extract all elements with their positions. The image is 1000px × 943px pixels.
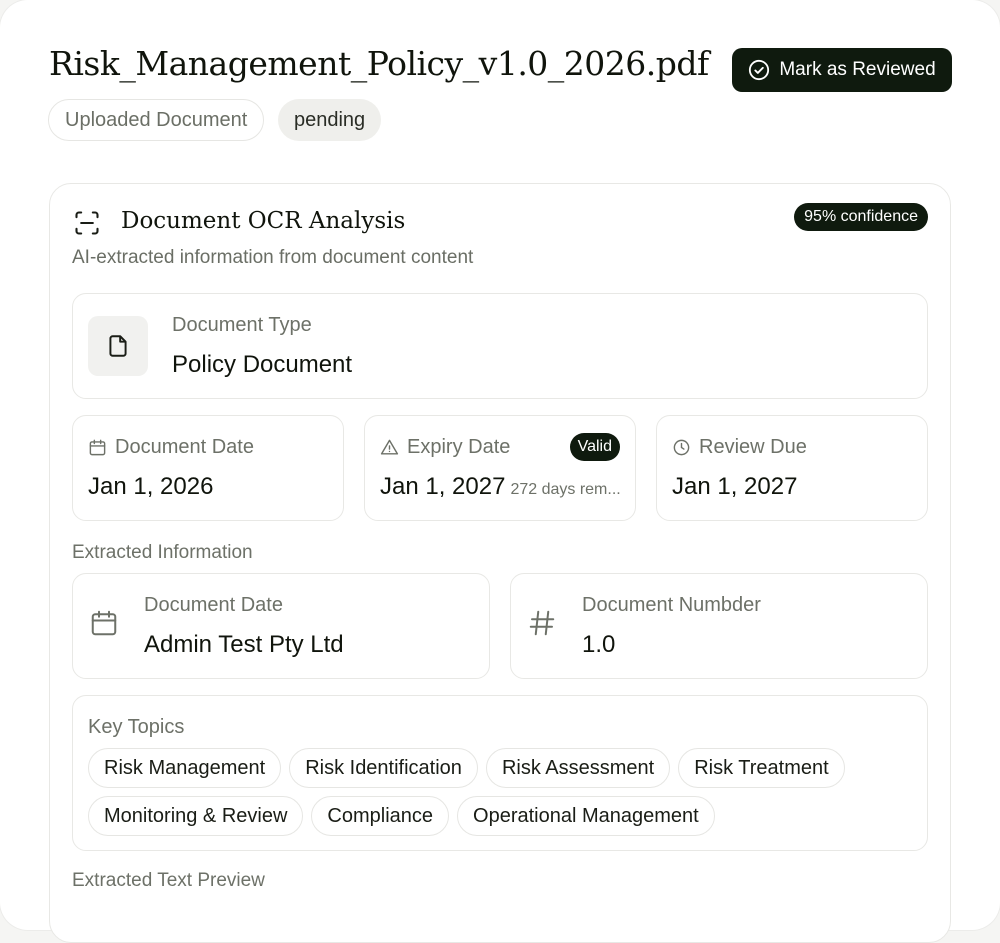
document-title: Risk_Management_Policy_v1.0_2026.pdf <box>49 44 709 83</box>
document-date-card: Document Date Jan 1, 2026 <box>72 415 344 521</box>
confidence-badge: 95% confidence <box>794 203 928 231</box>
mark-as-reviewed-label: Mark as Reviewed <box>779 59 936 80</box>
topic-tag-list: Risk Management Risk Identification Risk… <box>88 748 908 836</box>
scan-icon <box>75 211 99 235</box>
document-number-card: Document Numbder 1.0 <box>510 573 928 679</box>
review-due-label: Review Due <box>699 436 807 458</box>
key-topics-card: Key Topics Risk Management Risk Identifi… <box>72 695 928 851</box>
topic-tag[interactable]: Operational Management <box>457 796 715 836</box>
check-circle-icon <box>749 59 770 81</box>
warning-icon <box>380 439 399 455</box>
clock-icon <box>673 439 690 456</box>
extracted-info-heading: Extracted Information <box>72 542 253 563</box>
document-type-value: Policy Document <box>172 351 353 378</box>
review-due-card: Review Due Jan 1, 2027 <box>656 415 928 521</box>
ocr-card-title: Document OCR Analysis <box>121 208 406 234</box>
document-date-value: Jan 1, 2026 <box>88 473 214 500</box>
topic-tag[interactable]: Risk Treatment <box>678 748 845 788</box>
expiry-date-row: Jan 1, 2027 272 days rem... <box>380 473 621 501</box>
source-chip: Uploaded Document <box>48 99 265 141</box>
status-badge: pending <box>278 99 382 141</box>
calendar-icon <box>89 439 106 456</box>
document-type-card: Document Type Policy Document <box>72 293 928 399</box>
file-icon <box>109 335 127 357</box>
document-detail-page: Risk_Management_Policy_v1.0_2026.pdf Mar… <box>0 0 1000 943</box>
extracted-field-card: Document Date Admin Test Pty Ltd <box>72 573 490 679</box>
ocr-analysis-card: Document OCR Analysis 95% confidence AI-… <box>49 183 951 943</box>
text-preview-heading: Extracted Text Preview <box>72 870 265 891</box>
extracted-field-value: Admin Test Pty Ltd <box>144 631 344 658</box>
topic-tag[interactable]: Risk Assessment <box>485 748 671 788</box>
ocr-card-subtitle: AI-extracted information from document c… <box>72 247 474 268</box>
hash-icon <box>529 610 555 636</box>
extracted-field-label: Document Date <box>144 594 283 616</box>
topic-tag[interactable]: Compliance <box>311 796 450 836</box>
topic-tag[interactable]: Monitoring & Review <box>88 796 304 836</box>
document-type-icon-box <box>88 316 148 376</box>
days-remaining: 272 days rem... <box>510 481 621 498</box>
validity-badge: Valid <box>569 433 620 461</box>
topic-tag[interactable]: Risk Management <box>88 748 282 788</box>
document-number-value: 1.0 <box>582 631 616 658</box>
expiry-date-value: Jan 1, 2027 <box>380 473 506 500</box>
key-topics-label: Key Topics <box>88 716 185 738</box>
review-due-value: Jan 1, 2027 <box>672 473 798 500</box>
expiry-date-card: Expiry Date Valid Jan 1, 2027 272 days re… <box>364 415 636 521</box>
document-type-label: Document Type <box>172 314 312 336</box>
mark-as-reviewed-button[interactable]: Mark as Reviewed <box>732 48 952 92</box>
expiry-date-label: Expiry Date <box>407 436 511 458</box>
topic-tag[interactable]: Risk Identification <box>289 748 478 788</box>
document-number-label: Document Numbder <box>582 594 761 616</box>
document-date-label: Document Date <box>115 436 254 458</box>
calendar-icon <box>91 610 117 636</box>
